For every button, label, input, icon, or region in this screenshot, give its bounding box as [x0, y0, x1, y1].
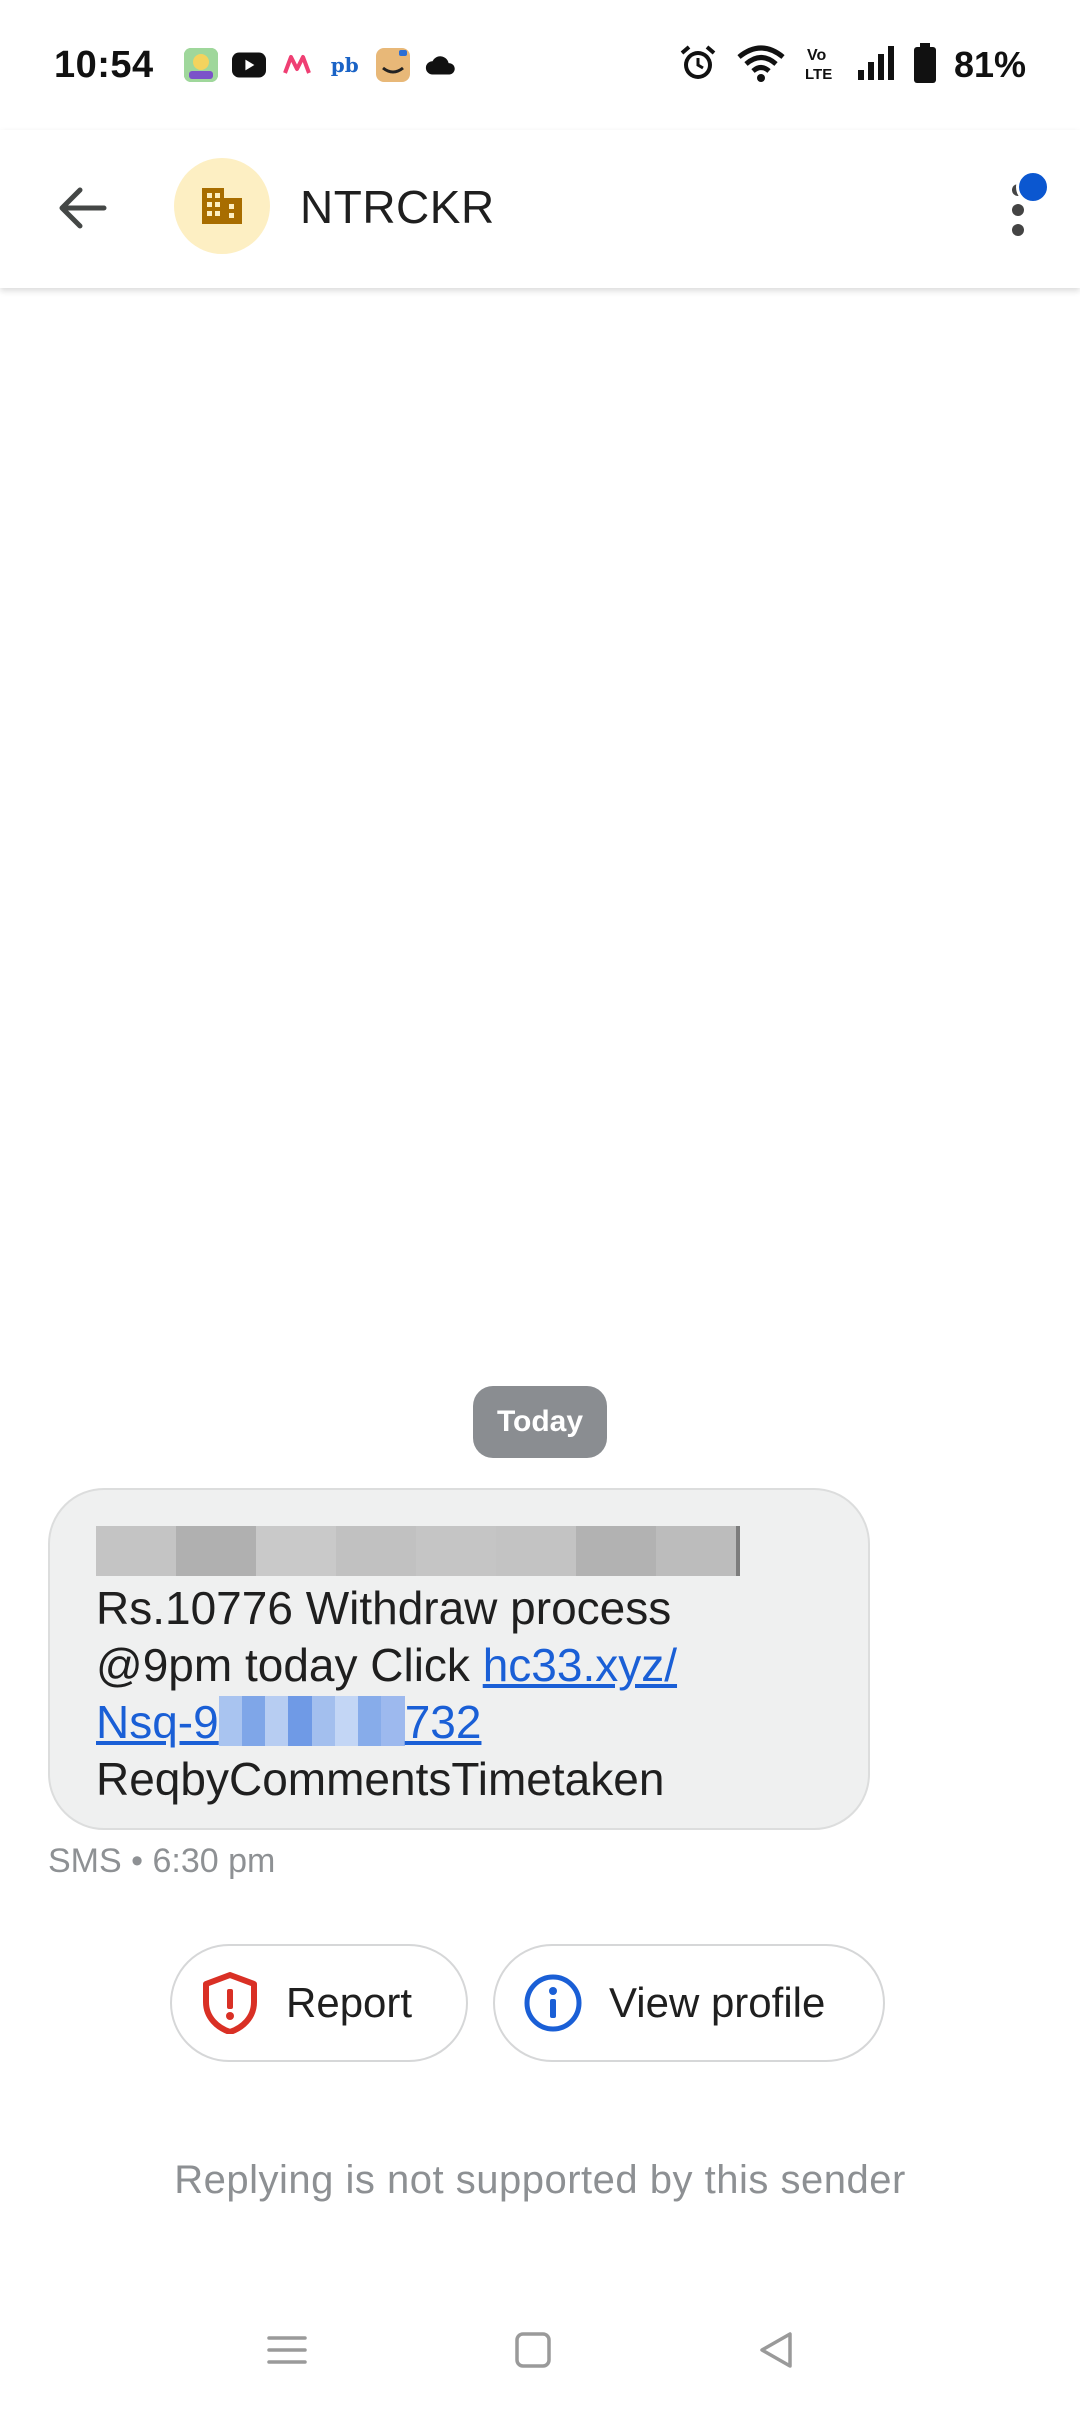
youtube-icon: [231, 48, 266, 82]
notification-dot: [1016, 170, 1050, 204]
blurred-text: [218, 1696, 405, 1746]
message-line: ReqbyCommentsTimetaken: [96, 1753, 665, 1805]
back-button[interactable]: [52, 178, 112, 238]
status-app-icons: pb: [183, 48, 458, 82]
recents-button[interactable]: [257, 2310, 317, 2390]
battery-percent: 81%: [953, 44, 1026, 85]
noise-app-icon: [183, 48, 218, 82]
signal-icon: [856, 44, 896, 87]
square-icon: [515, 2332, 551, 2368]
policybazaar-icon: pb: [330, 53, 359, 77]
info-icon: [523, 1973, 583, 2033]
message-link[interactable]: Nsq-9 732: [96, 1696, 481, 1748]
report-label: Report: [286, 1979, 413, 2026]
myntra-icon: [280, 48, 314, 82]
message-text: Rs.10776 Withdraw process @9pm today Cli…: [96, 1580, 822, 1808]
home-button[interactable]: [503, 2310, 563, 2390]
more-options-button[interactable]: [990, 170, 1050, 250]
menu-lines-icon: [267, 2336, 307, 2364]
battery-icon: [913, 42, 936, 88]
link-end: 732: [404, 1696, 482, 1748]
message-bubble[interactable]: Rs.10776 Withdraw process @9pm today Cli…: [48, 1488, 870, 1830]
avatar[interactable]: [174, 158, 270, 254]
view-profile-button[interactable]: View profile: [493, 1944, 885, 2062]
shield-alert-icon: [200, 1972, 260, 2034]
sender-name[interactable]: NTRCKR: [300, 180, 495, 234]
link-start: Nsq-9: [96, 1696, 219, 1748]
reply-not-supported-note: Replying is not supported by this sender: [174, 2158, 906, 2202]
svg-text:LTE: LTE: [805, 66, 832, 83]
svg-text:Vo: Vo: [807, 47, 826, 64]
amazon-icon: [375, 48, 410, 82]
status-bar: 10:54 pb Vo LTE 81%: [0, 0, 1080, 130]
message-line: Rs.10776 Withdraw process: [96, 1582, 672, 1634]
back-nav-button[interactable]: [746, 2310, 806, 2390]
status-time: 10:54: [54, 43, 154, 86]
report-button[interactable]: Report: [170, 1944, 468, 2062]
message-line: Nsq-9 732: [96, 1694, 822, 1751]
message-link[interactable]: hc33.xyz/: [483, 1639, 677, 1691]
date-chip: Today: [473, 1386, 607, 1458]
business-icon: [202, 188, 242, 224]
volte-icon: Vo LTE: [804, 43, 838, 88]
back-arrow-icon: [59, 187, 107, 229]
more-dot: [1012, 204, 1024, 216]
more-dot: [1012, 224, 1024, 236]
wifi-icon: [736, 43, 786, 88]
cloud-icon: [424, 48, 458, 82]
triangle-back-icon: [760, 2332, 792, 2368]
view-profile-label: View profile: [609, 1979, 826, 2026]
system-nav-bar: [0, 2310, 1080, 2390]
message-line: @9pm today Click hc33.xyz/: [96, 1637, 822, 1694]
alarm-icon: [678, 43, 718, 88]
status-system-icons: Vo LTE 81%: [678, 42, 1026, 88]
message-meta: SMS • 6:30 pm: [48, 1842, 276, 1880]
redacted-text: [96, 1526, 740, 1576]
conversation-header: NTRCKR: [0, 130, 1080, 288]
message-fragment: @9pm today Click: [96, 1639, 483, 1691]
